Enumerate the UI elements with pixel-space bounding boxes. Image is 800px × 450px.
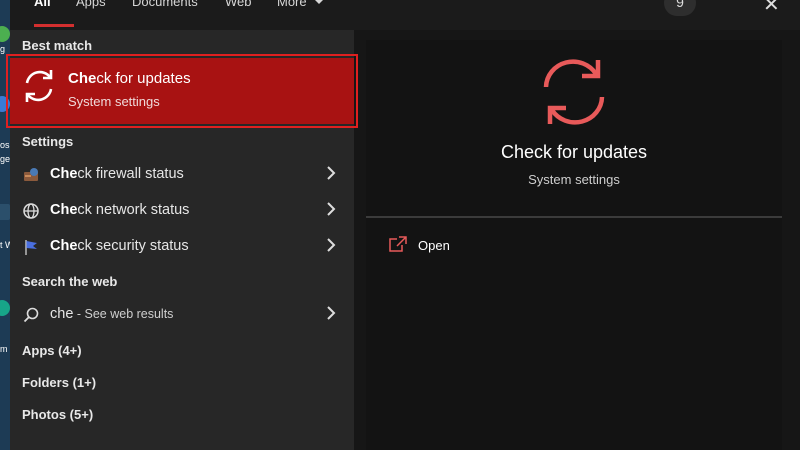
chevron-right-icon[interactable] [326,237,336,253]
settings-item-label: Check network status [50,202,190,218]
best-match-heading: Best match [22,38,93,53]
desktop-icon-label: m [0,344,8,354]
settings-item-network[interactable]: Check network status [10,194,354,226]
desktop-icon-label: os [0,140,10,150]
search-web-heading: Search the web [22,274,118,289]
best-match-title: Check for updates [68,70,191,87]
sync-icon [25,70,53,102]
web-search-label: che - See web results [50,306,174,322]
search-icon [23,307,39,323]
open-action[interactable]: Open [388,236,588,260]
web-search-result[interactable]: che - See web results [10,298,354,330]
active-tab-indicator [34,24,74,27]
rewards-badge[interactable]: 9 [664,0,696,16]
chevron-right-icon[interactable] [326,165,336,181]
settings-item-firewall[interactable]: Check firewall status [10,158,354,190]
close-icon[interactable]: ✕ [763,0,780,17]
group-apps[interactable]: Apps (4+) [22,343,82,358]
desktop-icon-label: g [0,44,6,54]
tab-more[interactable]: More [277,0,324,9]
preview-title: Check for updates [500,142,648,162]
desktop-icon-label: ge [0,154,10,164]
desktop-icon-label: t W [0,240,10,250]
settings-item-label: Check firewall status [50,166,184,182]
results-panel: Best match Check for updates System sett… [6,30,358,450]
chevron-down-icon [315,0,324,4]
settings-item-label: Check security status [50,238,189,254]
chevron-right-icon[interactable] [326,305,336,321]
desktop-app-icon[interactable] [0,26,10,42]
open-external-icon [389,236,407,252]
firewall-icon [24,168,38,181]
search-tabs-bar: All Apps Documents Web More 9 ··· ✕ [10,0,800,30]
settings-heading: Settings [22,134,74,149]
tab-more-label: More [277,0,307,9]
chevron-right-icon[interactable] [326,201,336,217]
tab-apps[interactable]: Apps [76,0,106,9]
desktop-app-icon[interactable] [0,300,10,316]
best-match-subtitle: System settings [68,94,160,109]
tab-documents[interactable]: Documents [132,0,198,9]
settings-item-security[interactable]: Check security status [10,230,354,262]
tab-all[interactable]: All [34,0,51,9]
flag-icon [25,240,37,255]
group-photos[interactable]: Photos (5+) [22,407,93,422]
desktop-app-icon[interactable] [0,204,10,220]
preview-subtitle: System settings [528,172,620,187]
tab-web[interactable]: Web [225,0,252,9]
open-label: Open [418,238,450,253]
more-options-icon[interactable]: ··· [720,0,741,9]
preview-panel: Check for updates System settings Open [366,40,782,450]
divider [366,216,782,218]
sync-icon [543,59,605,125]
group-folders[interactable]: Folders (1+) [22,375,96,390]
globe-icon [23,203,39,219]
best-match-result[interactable]: Check for updates System settings [6,54,358,128]
